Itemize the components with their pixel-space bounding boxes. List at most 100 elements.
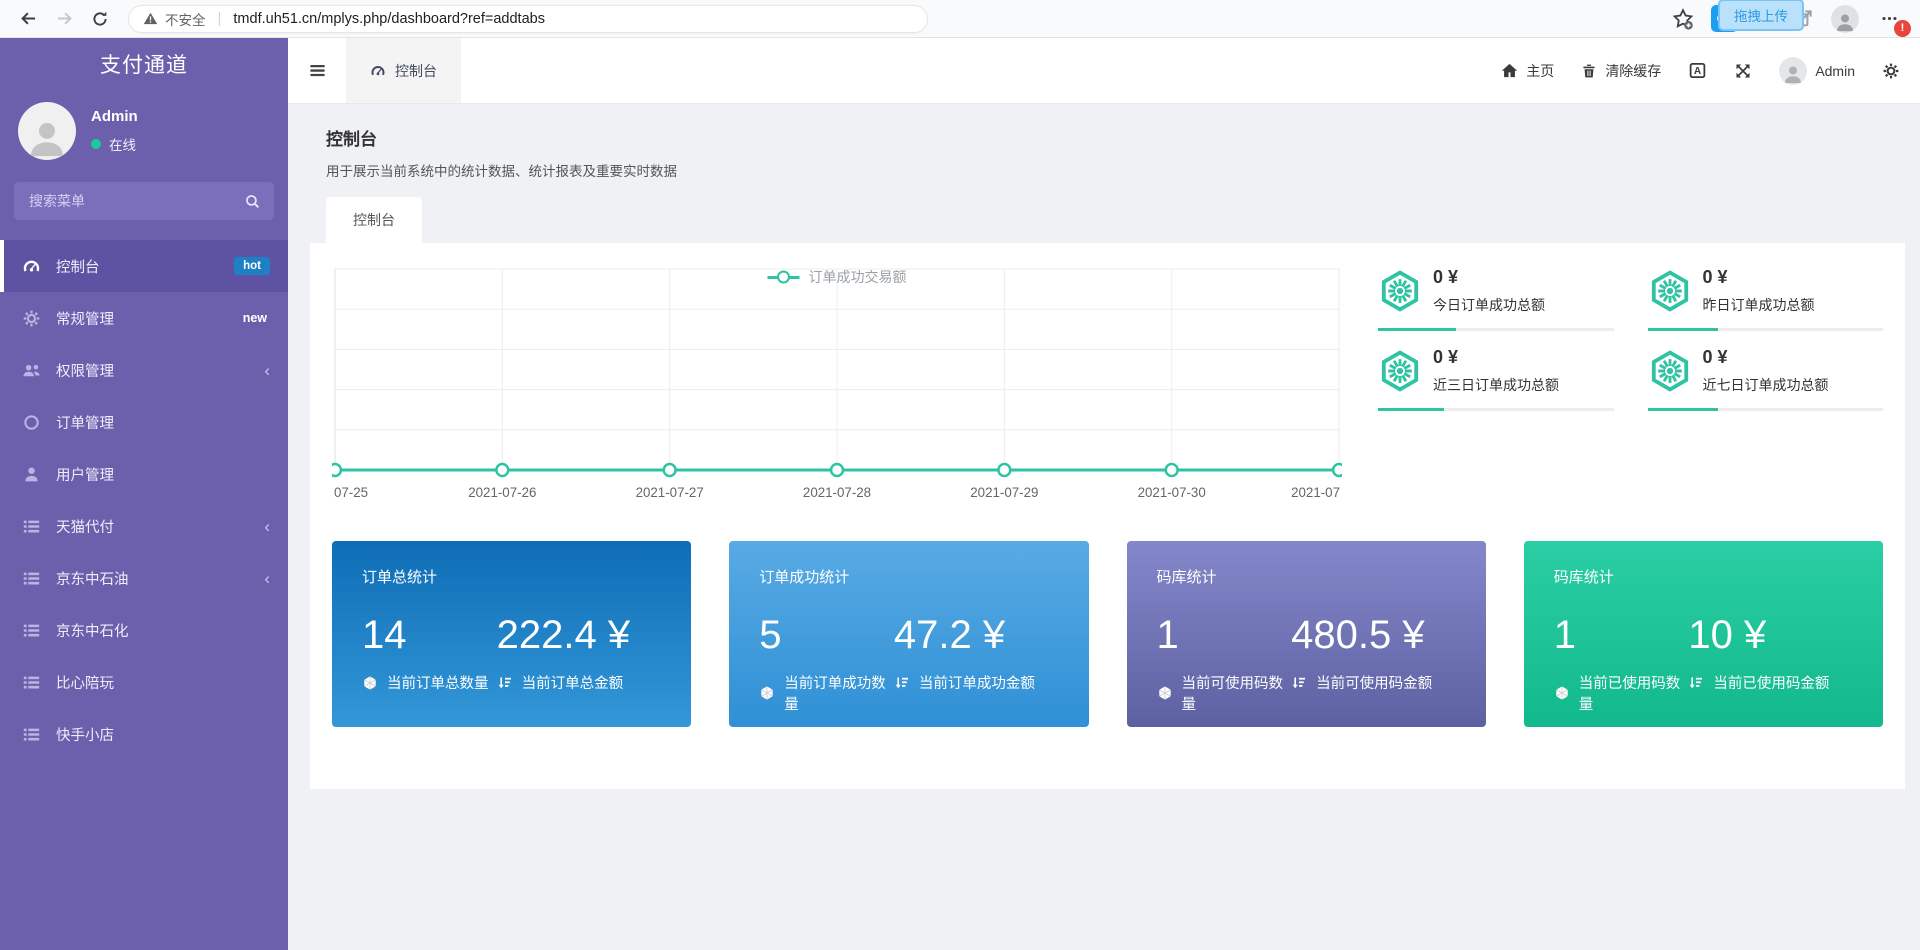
chart-row: 订单成功交易额 07-252021-07-262021-07-272021-07… <box>332 263 1883 507</box>
home-button[interactable]: 主页 <box>1501 61 1554 81</box>
address-bar[interactable]: 不安全 | tmdf.uh51.cn/mplys.php/dashboard?r… <box>128 5 928 33</box>
content-tabs: 控制台 <box>326 197 1889 243</box>
sidebar-menu: 控制台 hot 常规管理 new 权限管理 ‹ 订单管理 用户管理 <box>0 232 288 950</box>
search-icon[interactable] <box>244 193 261 210</box>
sidebar-item-auth[interactable]: 权限管理 ‹ <box>0 344 288 396</box>
sidebar-item-users[interactable]: 用户管理 <box>0 448 288 500</box>
clear-cache-button[interactable]: 清除缓存 <box>1581 61 1661 81</box>
stat-cards-row: 订单总统计 14 当前订单总数量 222.4 ¥ <box>332 541 1883 727</box>
sidebar-item-label: 常规管理 <box>56 308 114 329</box>
chevron-left-icon: ‹ <box>264 570 270 587</box>
gauge-icon <box>370 63 386 79</box>
sidebar-item-label: 订单管理 <box>56 412 114 433</box>
hexagon-icon <box>1554 685 1570 701</box>
page-content: 控制台 用于展示当前系统中的统计数据、统计报表及重要实时数据 控制台 订单成功交… <box>288 104 1920 789</box>
kpi-7day-total: 0 ¥ 近七日订单成功总额 <box>1648 347 1884 411</box>
kpi-progress-bar <box>1648 408 1884 411</box>
kpi-3day-total: 0 ¥ 近三日订单成功总额 <box>1378 347 1614 411</box>
browser-menu-button[interactable]: ! <box>1876 6 1902 32</box>
menu-search-box[interactable] <box>14 182 274 220</box>
gears-icon <box>1882 62 1900 80</box>
menu-search-input[interactable] <box>27 192 244 210</box>
dashboard-panel: 订单成功交易额 07-252021-07-262021-07-272021-07… <box>310 243 1905 789</box>
kpi-label: 近三日订单成功总额 <box>1433 375 1559 395</box>
browser-back-button[interactable] <box>10 2 46 36</box>
kpi-progress-bar <box>1378 328 1614 331</box>
browser-profile-avatar[interactable] <box>1831 5 1859 33</box>
browser-forward-button[interactable] <box>46 2 82 36</box>
svg-text:2021-07-30: 2021-07-30 <box>1138 485 1206 500</box>
browser-alert-badge: ! <box>1894 20 1911 37</box>
topbar-tab-dashboard[interactable]: 控制台 <box>346 38 461 103</box>
card-codes-available: 码库统计 1 当前可使用码数量 480.5 ¥ <box>1127 541 1486 727</box>
chevron-left-icon: ‹ <box>264 362 270 379</box>
browser-refresh-button[interactable] <box>82 2 118 36</box>
person-icon <box>1782 63 1804 85</box>
card-amount-label: 当前订单总金额 <box>522 672 624 693</box>
sidebar-item-label: 控制台 <box>56 256 100 277</box>
hexagon-icon <box>362 675 378 691</box>
topbar-username: Admin <box>1815 63 1855 79</box>
card-amount: 222.4 ¥ <box>497 615 662 655</box>
legend-line-marker-icon <box>768 276 800 279</box>
sidebar-user-panel: Admin 在线 <box>0 90 288 176</box>
card-orders-success: 订单成功统计 5 当前订单成功数量 47.2 ¥ <box>729 541 1088 727</box>
card-title: 码库统计 <box>1157 566 1456 587</box>
home-label: 主页 <box>1526 61 1554 81</box>
list-icon <box>22 569 41 588</box>
trash-icon <box>1581 63 1597 79</box>
sidebar-item-label: 京东中石油 <box>56 568 129 589</box>
card-count-label: 当前可使用码数量 <box>1182 672 1292 714</box>
sort-amount-icon <box>1291 675 1307 691</box>
kpi-label: 昨日订单成功总额 <box>1703 295 1815 315</box>
user-avatar[interactable] <box>18 102 76 160</box>
orders-chart: 订单成功交易额 07-252021-07-262021-07-272021-07… <box>332 263 1342 507</box>
kpi-grid: 0 ¥ 今日订单成功总额 0 ¥ 昨日订单成功总 <box>1378 263 1883 507</box>
gauge-icon <box>22 257 41 276</box>
card-count: 14 <box>362 615 497 655</box>
card-orders-total: 订单总统计 14 当前订单总数量 222.4 ¥ <box>332 541 691 727</box>
hamburger-icon <box>308 61 327 80</box>
new-badge: new <box>243 311 270 325</box>
sidebar-item-jd-petrochina[interactable]: 京东中石油 ‹ <box>0 552 288 604</box>
sidebar: 支付通道 Admin 在线 控制台 hot <box>0 38 288 950</box>
hexagon-wheel-icon <box>1378 349 1422 393</box>
card-amount-label: 当前已使用码金额 <box>1713 672 1829 693</box>
online-status-dot <box>91 139 101 149</box>
bookmark-star-icon[interactable] <box>1672 8 1694 30</box>
hexagon-wheel-icon <box>1648 349 1692 393</box>
url-separator: | <box>218 10 222 27</box>
card-amount-label: 当前可使用码金额 <box>1316 672 1432 693</box>
sidebar-item-kuaishou[interactable]: 快手小店 <box>0 708 288 760</box>
orders-line-chart-plot: 07-252021-07-262021-07-272021-07-282021-… <box>332 263 1342 507</box>
user-name: Admin <box>91 108 138 125</box>
chart-legend[interactable]: 订单成功交易额 <box>768 267 907 287</box>
users-icon <box>22 361 41 380</box>
browser-toolbar: 不安全 | tmdf.uh51.cn/mplys.php/dashboard?r… <box>0 0 1920 38</box>
sidebar-toggle-button[interactable] <box>288 38 346 103</box>
sidebar-item-general[interactable]: 常规管理 new <box>0 292 288 344</box>
fullscreen-button[interactable] <box>1734 62 1752 80</box>
sidebar-item-dashboard[interactable]: 控制台 hot <box>0 240 288 292</box>
topbar-actions: 主页 清除缓存 Admin <box>1501 57 1920 85</box>
list-icon <box>22 725 41 744</box>
sidebar-item-orders[interactable]: 订单管理 <box>0 396 288 448</box>
sidebar-item-label: 快手小店 <box>56 724 114 745</box>
topbar-avatar <box>1779 57 1807 85</box>
card-title: 码库统计 <box>1554 566 1853 587</box>
sidebar-item-bixin[interactable]: 比心陪玩 <box>0 656 288 708</box>
card-count-label: 当前已使用码数量 <box>1579 672 1689 714</box>
language-button[interactable] <box>1688 61 1707 80</box>
sidebar-item-jd-sinopec[interactable]: 京东中石化 <box>0 604 288 656</box>
topbar-user-menu[interactable]: Admin <box>1779 57 1855 85</box>
sidebar-item-tmall[interactable]: 天猫代付 ‹ <box>0 500 288 552</box>
app-root: 支付通道 Admin 在线 控制台 hot <box>0 38 1920 950</box>
topbar: 控制台 主页 清除缓存 <box>288 38 1920 104</box>
language-icon <box>1688 61 1707 80</box>
hexagon-icon <box>759 685 775 701</box>
security-indicator[interactable]: 不安全 <box>143 9 206 29</box>
sort-amount-icon <box>894 675 910 691</box>
settings-button[interactable] <box>1882 62 1900 80</box>
tab-dashboard[interactable]: 控制台 <box>326 197 422 243</box>
kpi-progress-bar <box>1648 328 1884 331</box>
